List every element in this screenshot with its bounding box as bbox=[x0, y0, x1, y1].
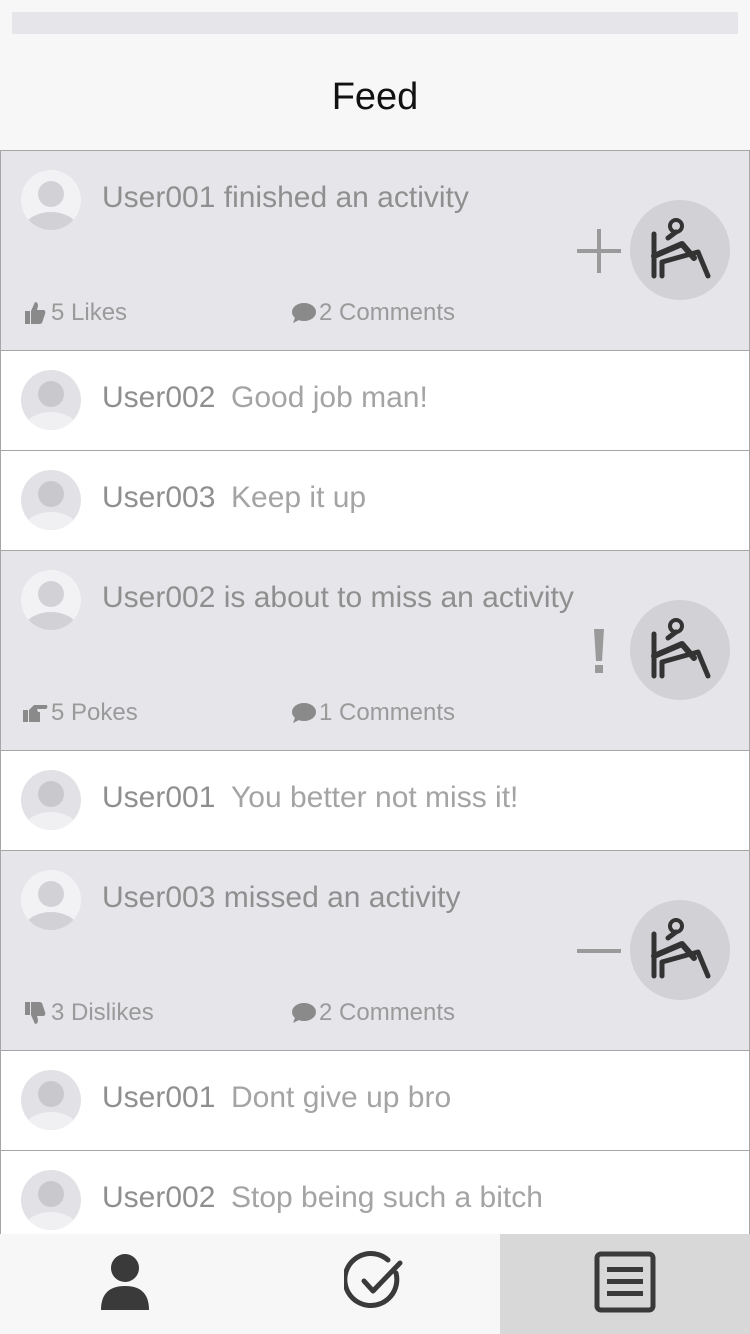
thumbs-up-icon bbox=[21, 299, 49, 327]
person-icon bbox=[99, 1252, 151, 1317]
avatar[interactable] bbox=[21, 770, 81, 830]
plus-icon bbox=[577, 221, 621, 281]
comment-user[interactable]: User003 bbox=[102, 481, 215, 515]
activity-card[interactable]: User002 is about to miss an activity 5 P… bbox=[0, 550, 750, 750]
pokes-label: 5 Pokes bbox=[51, 699, 138, 726]
avatar[interactable] bbox=[21, 1070, 81, 1130]
tab-profile[interactable] bbox=[0, 1234, 250, 1334]
page-title: Feed bbox=[331, 76, 419, 118]
comments-label: 1 Comments bbox=[319, 699, 456, 726]
avatar[interactable] bbox=[21, 170, 81, 230]
comment-text: Stop being such a bitch bbox=[231, 1181, 543, 1214]
comment-row[interactable]: User001 You better not miss it! bbox=[0, 750, 750, 850]
likes-label: 5 Likes bbox=[51, 299, 128, 326]
activity-text: User002 is about to miss an activity bbox=[102, 581, 574, 614]
tab-bar bbox=[0, 1234, 750, 1334]
speech-bubble-icon bbox=[289, 999, 317, 1027]
comment-row[interactable]: User001 Dont give up bro bbox=[0, 1050, 750, 1150]
pokes-count[interactable]: 5 Pokes bbox=[21, 699, 138, 727]
exercise-icon[interactable] bbox=[630, 900, 730, 1000]
comment-text: You better not miss it! bbox=[231, 781, 519, 814]
comment-text: Keep it up bbox=[231, 481, 367, 514]
comment-row[interactable]: User002 Good job man! bbox=[0, 350, 750, 450]
activity-card[interactable]: User001 finished an activity 5 Likes 2 C… bbox=[0, 150, 750, 350]
avatar[interactable] bbox=[21, 570, 81, 630]
comments-count[interactable]: 1 Comments bbox=[289, 699, 455, 727]
speech-bubble-icon bbox=[289, 299, 317, 327]
avatar[interactable] bbox=[21, 370, 81, 430]
comment-text: Good job man! bbox=[231, 381, 428, 414]
comments-label: 2 Comments bbox=[319, 299, 456, 326]
comment-user[interactable]: User001 bbox=[102, 1081, 215, 1115]
thumbs-down-icon bbox=[21, 999, 49, 1027]
avatar[interactable] bbox=[21, 1170, 81, 1230]
status-bar bbox=[12, 12, 738, 34]
dislikes-label: 3 Dislikes bbox=[51, 999, 154, 1026]
poke-hand-icon bbox=[21, 699, 49, 727]
comments-count[interactable]: 2 Comments bbox=[289, 999, 455, 1027]
comment-row[interactable]: User003 Keep it up bbox=[0, 450, 750, 550]
check-circle-icon bbox=[342, 1250, 406, 1318]
exclamation-icon bbox=[577, 621, 621, 681]
activity-text: User003 missed an activity bbox=[102, 881, 461, 914]
comment-user[interactable]: User002 bbox=[102, 381, 215, 415]
comment-user[interactable]: User001 bbox=[102, 781, 215, 815]
minus-icon bbox=[577, 921, 621, 981]
comment-row[interactable]: User002 Stop being such a bitch bbox=[0, 1150, 750, 1234]
list-icon bbox=[594, 1251, 656, 1318]
tab-feed[interactable] bbox=[500, 1234, 750, 1334]
avatar[interactable] bbox=[21, 470, 81, 530]
likes-count[interactable]: 5 Likes bbox=[21, 299, 127, 327]
avatar[interactable] bbox=[21, 870, 81, 930]
tab-activities[interactable] bbox=[250, 1234, 500, 1334]
feed-list[interactable]: User001 finished an activity 5 Likes 2 C… bbox=[0, 150, 750, 1234]
speech-bubble-icon bbox=[289, 699, 317, 727]
exercise-icon[interactable] bbox=[630, 600, 730, 700]
comments-count[interactable]: 2 Comments bbox=[289, 299, 455, 327]
dislikes-count[interactable]: 3 Dislikes bbox=[21, 999, 154, 1027]
comment-text: Dont give up bro bbox=[231, 1081, 452, 1114]
exercise-icon[interactable] bbox=[630, 200, 730, 300]
header: Feed bbox=[0, 0, 750, 150]
activity-text: User001 finished an activity bbox=[102, 181, 469, 214]
comment-user[interactable]: User002 bbox=[102, 1181, 215, 1215]
activity-card[interactable]: User003 missed an activity 3 Dislikes 2 … bbox=[0, 850, 750, 1050]
comments-label: 2 Comments bbox=[319, 999, 456, 1026]
